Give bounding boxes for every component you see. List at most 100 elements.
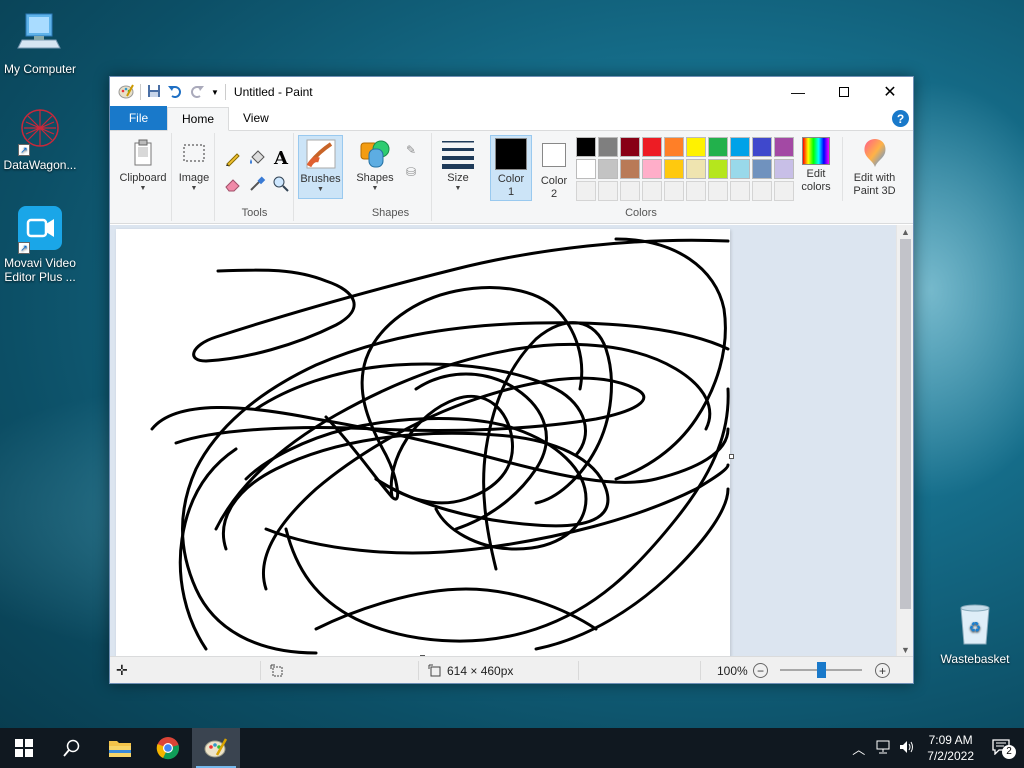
- zoom-slider-thumb[interactable]: [817, 662, 826, 678]
- minimize-button[interactable]: —: [775, 77, 821, 107]
- desktop-icon-datawagon[interactable]: ↗ DataWagon...: [0, 106, 80, 172]
- palette-swatch[interactable]: [730, 137, 750, 157]
- palette-swatch[interactable]: [708, 159, 728, 179]
- taskbar-paint[interactable]: [192, 728, 240, 768]
- shortcut-arrow-icon: ↗: [18, 144, 30, 156]
- palette-swatch[interactable]: [598, 181, 618, 201]
- taskbar-chrome[interactable]: [144, 728, 192, 768]
- save-icon[interactable]: [147, 84, 161, 101]
- canvas-workspace: ▲ ▼: [110, 225, 913, 660]
- scroll-down-icon[interactable]: ▼: [897, 643, 914, 657]
- volume-icon[interactable]: [895, 740, 919, 757]
- show-hidden-icons-chevron-icon[interactable]: ︿: [846, 739, 871, 758]
- scrollbar-thumb[interactable]: [900, 239, 911, 609]
- start-button[interactable]: [0, 728, 48, 768]
- palette-swatch[interactable]: [642, 159, 662, 179]
- redo-icon[interactable]: [189, 84, 205, 101]
- network-icon[interactable]: [871, 740, 895, 757]
- clock[interactable]: 7:09 AM 7/2/2022: [919, 732, 982, 764]
- palette-swatch[interactable]: [686, 159, 706, 179]
- palette-swatch[interactable]: [708, 181, 728, 201]
- drawing-canvas[interactable]: [116, 229, 730, 657]
- chevron-down-icon: ▼: [139, 185, 147, 192]
- brushes-button[interactable]: Brushes ▼: [298, 135, 343, 199]
- image-button[interactable]: Image ▼: [175, 137, 213, 197]
- taskbar-file-explorer[interactable]: [96, 728, 144, 768]
- color2-swatch: [542, 143, 566, 167]
- desktop-icon-wastebasket[interactable]: ♻ Wastebasket: [935, 600, 1015, 666]
- palette-swatch[interactable]: [686, 137, 706, 157]
- paint-app-icon[interactable]: [118, 83, 134, 102]
- color2-label: Color 2: [540, 175, 568, 200]
- shapes-group: Shapes ▼ ✎ ⛁ Shapes: [350, 133, 432, 221]
- palette-swatch[interactable]: [774, 181, 794, 201]
- palette-swatch[interactable]: [730, 181, 750, 201]
- desktop-icon-movavi[interactable]: ↗ Movavi Video Editor Plus ...: [0, 204, 80, 284]
- movavi-icon: ↗: [16, 204, 64, 254]
- vertical-scrollbar[interactable]: ▲ ▼: [896, 225, 913, 657]
- clipboard-button[interactable]: Clipboard ▼: [116, 137, 170, 197]
- shapes-button[interactable]: Shapes ▼: [354, 137, 396, 197]
- help-button[interactable]: ?: [892, 110, 909, 127]
- palette-swatch[interactable]: [730, 159, 750, 179]
- zoom-out-button[interactable]: −: [753, 663, 768, 678]
- image-size-icon: [428, 662, 442, 679]
- colors-label: Colors: [625, 207, 657, 219]
- line-size-icon: [442, 137, 474, 169]
- tab-file[interactable]: File: [110, 106, 167, 130]
- zoom-in-button[interactable]: +: [875, 663, 890, 678]
- palette-swatch[interactable]: [576, 137, 596, 157]
- pencil-icon[interactable]: [222, 147, 244, 169]
- zoom-percent: 100%: [717, 663, 748, 678]
- customize-qa-chevron-icon[interactable]: ▼: [211, 88, 219, 97]
- palette-swatch[interactable]: [664, 159, 684, 179]
- palette-swatch[interactable]: [598, 159, 618, 179]
- close-button[interactable]: ✕: [867, 77, 913, 107]
- edit-colors-label: Edit colors: [801, 168, 831, 193]
- color1-button[interactable]: Color 1: [490, 135, 532, 201]
- edit-with-paint3d-button[interactable]: Edit with Paint 3D: [842, 137, 902, 201]
- maximize-button[interactable]: [821, 77, 867, 107]
- fill-bucket-icon[interactable]: [246, 147, 268, 169]
- palette-swatch[interactable]: [620, 137, 640, 157]
- palette-swatch[interactable]: [774, 159, 794, 179]
- palette-swatch[interactable]: [576, 181, 596, 201]
- palette-swatch[interactable]: [752, 159, 772, 179]
- color-picker-icon[interactable]: [246, 173, 268, 195]
- undo-icon[interactable]: [167, 84, 183, 101]
- palette-swatch[interactable]: [664, 137, 684, 157]
- palette-swatch[interactable]: [686, 181, 706, 201]
- palette-swatch[interactable]: [576, 159, 596, 179]
- text-icon[interactable]: A: [270, 147, 292, 169]
- palette-swatch[interactable]: [774, 137, 794, 157]
- palette-swatch[interactable]: [708, 137, 728, 157]
- desktop-icon-my-computer[interactable]: My Computer: [0, 10, 80, 76]
- tools-label: Tools: [241, 207, 268, 219]
- canvas-resize-handle-right[interactable]: [729, 454, 734, 459]
- palette-swatch[interactable]: [620, 181, 640, 201]
- tab-view[interactable]: View: [229, 106, 283, 130]
- search-button[interactable]: [48, 728, 96, 768]
- notifications-button[interactable]: 2: [982, 738, 1024, 759]
- color1-label: Color 1: [497, 173, 525, 198]
- shapes-group-label: Shapes: [371, 207, 410, 219]
- color2-button[interactable]: Color 2: [536, 135, 572, 201]
- size-button[interactable]: Size ▼: [437, 137, 479, 197]
- palette-swatch[interactable]: [642, 137, 662, 157]
- eraser-icon[interactable]: [222, 173, 244, 195]
- magnifier-icon[interactable]: [270, 173, 292, 195]
- taskbar: ︿ 7:09 AM 7/2/2022 2: [0, 728, 1024, 768]
- datawagon-icon: ↗: [16, 106, 64, 156]
- shortcut-arrow-icon: ↗: [18, 242, 30, 254]
- palette-swatch[interactable]: [620, 159, 640, 179]
- palette-swatch[interactable]: [598, 137, 618, 157]
- palette-swatch[interactable]: [752, 137, 772, 157]
- search-icon: [63, 739, 80, 757]
- select-icon: [178, 137, 210, 169]
- palette-swatch[interactable]: [752, 181, 772, 201]
- tab-home[interactable]: Home: [167, 107, 230, 131]
- scroll-up-icon[interactable]: ▲: [897, 225, 914, 239]
- edit-colors-button[interactable]: Edit colors: [796, 137, 836, 201]
- palette-swatch[interactable]: [664, 181, 684, 201]
- palette-swatch[interactable]: [642, 181, 662, 201]
